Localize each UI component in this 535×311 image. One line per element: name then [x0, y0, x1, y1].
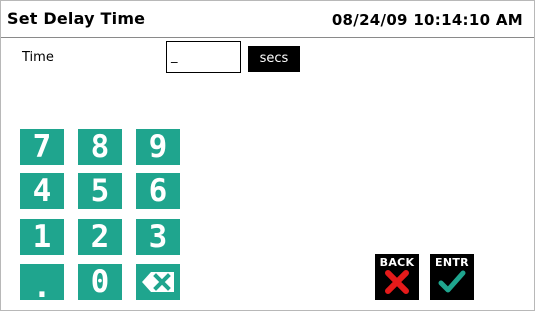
key-6[interactable]: 6: [136, 173, 180, 209]
key-2[interactable]: 2: [78, 219, 122, 255]
delay-time-screen: Set Delay Time 08/24/09 10:14:10 AM Time…: [0, 0, 535, 311]
key-8[interactable]: 8: [78, 129, 122, 165]
time-field-label: Time: [22, 50, 54, 65]
x-mark-icon: [385, 270, 409, 294]
key-9[interactable]: 9: [136, 129, 180, 165]
datetime-display: 08/24/09 10:14:10 AM: [331, 11, 523, 29]
time-input[interactable]: _: [166, 41, 241, 73]
backspace-key[interactable]: [136, 264, 180, 300]
backspace-icon: [142, 272, 174, 292]
page-title: Set Delay Time: [7, 9, 146, 28]
back-button-label: BACK: [379, 256, 415, 269]
back-button[interactable]: BACK: [375, 254, 419, 300]
enter-button[interactable]: ENTR: [430, 254, 474, 300]
units-label: secs: [248, 46, 300, 72]
key-5[interactable]: 5: [78, 173, 122, 209]
key-decimal[interactable]: .: [20, 264, 64, 305]
header-bar: Set Delay Time 08/24/09 10:14:10 AM: [1, 1, 534, 38]
key-3[interactable]: 3: [136, 219, 180, 255]
check-mark-icon: [438, 270, 466, 293]
key-1[interactable]: 1: [20, 219, 64, 255]
key-0[interactable]: 0: [78, 264, 122, 300]
key-7[interactable]: 7: [20, 129, 64, 165]
key-4[interactable]: 4: [20, 173, 64, 209]
enter-button-label: ENTR: [435, 256, 469, 269]
